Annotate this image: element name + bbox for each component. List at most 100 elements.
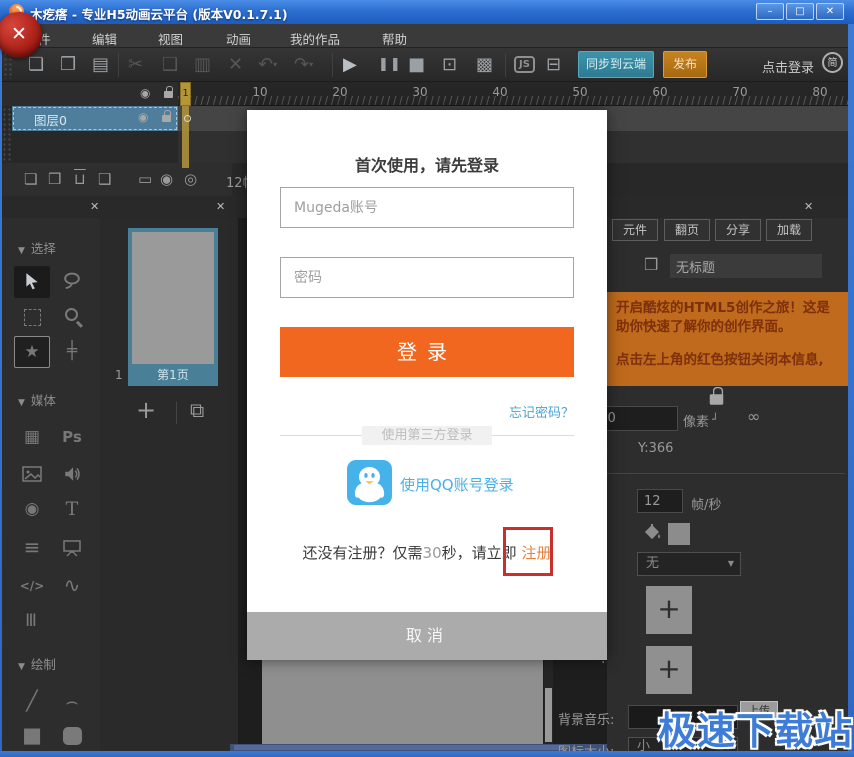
symbol-tool[interactable]: ★ xyxy=(14,336,50,368)
link-dimensions-icon[interactable]: ∞ xyxy=(747,407,760,426)
background-color-swatch[interactable] xyxy=(668,523,690,545)
tab-page-flip[interactable]: 翻页 xyxy=(664,219,710,241)
curve-tool[interactable]: ⌢ xyxy=(54,686,90,718)
rounded-rectangle-tool[interactable] xyxy=(54,720,90,752)
minimize-button[interactable]: – xyxy=(756,3,784,20)
add-summary-button[interactable]: + xyxy=(646,646,692,694)
menu-animation[interactable]: 动画 xyxy=(226,29,251,48)
sync-to-cloud-button[interactable]: 同步到云端 xyxy=(578,51,654,78)
paragraph-tool[interactable]: ≡ xyxy=(14,532,50,564)
menu-view[interactable]: 视图 xyxy=(158,29,183,48)
collapse-caret-icon[interactable]: ▼ xyxy=(18,398,25,408)
maximize-button[interactable]: □ xyxy=(786,3,814,20)
image-tool[interactable] xyxy=(14,458,50,490)
forgot-password-link[interactable]: 忘记密码？ xyxy=(509,402,574,421)
section-media[interactable]: ▼媒体 xyxy=(18,390,56,409)
audio-tool[interactable] xyxy=(54,458,90,490)
close-button[interactable]: ✕ xyxy=(816,3,844,20)
barcode-tool[interactable]: Ⅲ xyxy=(14,606,50,638)
export-icon[interactable]: ⊟ xyxy=(546,54,561,76)
text-tool[interactable]: T xyxy=(54,494,90,526)
copy-icon[interactable]: ❑ xyxy=(162,54,178,76)
aspect-lock-icon[interactable] xyxy=(710,394,724,405)
account-input[interactable] xyxy=(280,187,574,228)
lock-column-lock-icon[interactable] xyxy=(164,91,173,98)
tab-share[interactable]: 分享 xyxy=(715,219,761,241)
section-select[interactable]: ▼选择 xyxy=(18,238,56,257)
collapse-caret-icon[interactable]: ▼ xyxy=(18,246,25,256)
delete-layer-icon[interactable]: ⊔ xyxy=(74,170,86,188)
zoom-tool[interactable] xyxy=(54,302,90,334)
guides-tool[interactable]: ╪ xyxy=(54,336,90,368)
components-tool[interactable]: ▦ xyxy=(14,422,50,454)
rectangle-tool[interactable]: ■ xyxy=(14,720,50,752)
chart-tool[interactable]: ∿ xyxy=(54,570,90,602)
publish-button[interactable]: 发布 xyxy=(663,51,707,78)
code-tool[interactable]: </> xyxy=(14,570,50,602)
insert-keyframe-icon[interactable]: ◉ xyxy=(160,170,173,188)
cancel-button[interactable]: 取消 xyxy=(247,612,607,660)
undo-caret-icon[interactable]: ▾ xyxy=(273,60,277,69)
flip-effect-select[interactable]: 无 ▼ xyxy=(637,552,741,576)
redo-icon[interactable]: ↷▾ xyxy=(294,54,313,76)
layer-lock-icon[interactable] xyxy=(162,115,171,122)
paste-icon[interactable]: ▥ xyxy=(194,54,211,76)
stop-icon[interactable]: ■ xyxy=(408,54,425,76)
insert-blank-keyframe-icon[interactable]: ◎ xyxy=(184,170,197,188)
video-tool[interactable]: ◉ xyxy=(14,494,50,526)
tab-components[interactable]: 元件 xyxy=(612,219,658,241)
add-cover-button[interactable]: + xyxy=(646,586,692,634)
language-toggle-icon[interactable]: 简 xyxy=(822,52,843,73)
delete-icon[interactable]: ✕ xyxy=(228,54,243,76)
paint-bucket-icon[interactable] xyxy=(641,521,663,543)
pause-icon[interactable]: ❚❚ xyxy=(378,54,402,76)
cursor-tool[interactable] xyxy=(14,266,50,298)
open-icon[interactable]: ❒ xyxy=(60,54,76,76)
insert-frame-icon[interactable]: ▭ xyxy=(138,170,152,188)
document-title-input[interactable] xyxy=(670,254,822,278)
login-button[interactable]: 登录 xyxy=(280,327,574,377)
visibility-column-eye-icon[interactable]: ◉ xyxy=(140,86,150,100)
add-folder-icon[interactable]: ❒ xyxy=(48,170,61,188)
new-document-icon[interactable]: ❏ xyxy=(28,54,44,76)
play-icon[interactable]: ▶ xyxy=(343,54,357,76)
duplicate-page-button[interactable]: ⧉ xyxy=(190,398,204,422)
layer-name[interactable]: 图层0 xyxy=(34,110,67,129)
duplicate-layer-icon[interactable]: ❑ xyxy=(98,170,111,188)
cut-icon[interactable]: ✂ xyxy=(128,54,143,76)
add-page-button[interactable]: + xyxy=(136,396,156,424)
section-draw[interactable]: ▼绘制 xyxy=(18,654,56,673)
line-tool[interactable]: ╱ xyxy=(14,686,50,718)
add-layer-icon[interactable]: ❏ xyxy=(24,170,37,188)
panel-close-icon[interactable]: ✕ xyxy=(216,200,225,213)
layer-eye-icon[interactable]: ◉ xyxy=(138,110,148,124)
qrcode-icon[interactable]: ▩ xyxy=(476,54,493,76)
pixels-unit-label: 像素 xyxy=(683,411,709,430)
fps-input[interactable] xyxy=(637,489,683,513)
menu-help[interactable]: 帮助 xyxy=(382,29,407,48)
qq-login-label[interactable]: 使用QQ账号登录 xyxy=(400,474,514,495)
panel-close-icon[interactable]: ✕ xyxy=(90,200,99,213)
password-input[interactable] xyxy=(280,257,574,298)
save-icon[interactable]: ▤ xyxy=(92,54,109,76)
page-thumbnail[interactable]: 第1页 xyxy=(128,228,218,386)
undo-icon[interactable]: ↶▾ xyxy=(258,54,277,76)
preview-icon[interactable]: ⊡ xyxy=(442,54,457,76)
menu-edit[interactable]: 编辑 xyxy=(92,29,117,48)
redo-caret-icon[interactable]: ▾ xyxy=(309,60,313,69)
transform-tool[interactable] xyxy=(14,302,50,334)
whiteboard-tool[interactable] xyxy=(54,532,90,564)
canvas-horizontal-scrollbar-thumb[interactable] xyxy=(234,745,564,750)
qq-login-button[interactable] xyxy=(347,460,392,505)
canvas-vertical-scrollbar-thumb[interactable] xyxy=(545,688,552,742)
js-script-icon[interactable]: JS xyxy=(514,56,535,73)
collapse-caret-icon[interactable]: ▼ xyxy=(18,662,25,672)
menu-my-works[interactable]: 我的作品 xyxy=(290,29,340,48)
lasso-tool[interactable] xyxy=(54,266,90,298)
photoshop-import-tool[interactable]: Ps xyxy=(54,422,90,454)
keyframe-icon[interactable] xyxy=(184,115,191,122)
click-login-button[interactable]: 点击登录 xyxy=(762,57,814,76)
panel-close-icon[interactable]: ✕ xyxy=(804,200,813,213)
tab-loading[interactable]: 加载 xyxy=(766,219,812,241)
playhead-marker[interactable]: 1 xyxy=(180,82,191,106)
